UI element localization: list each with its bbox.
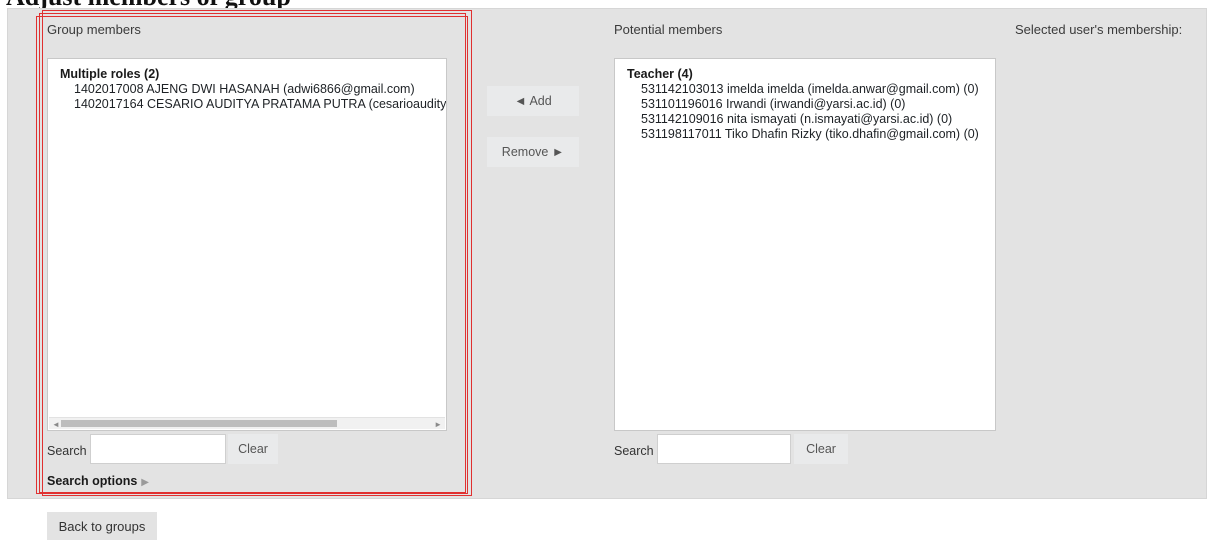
group-member-option[interactable]: 1402017008 AJENG DWI HASANAH (adwi6866@g… bbox=[60, 82, 434, 97]
group-members-title: Group members bbox=[47, 22, 141, 37]
group-members-listbox[interactable]: Multiple roles (2) 1402017008 AJENG DWI … bbox=[47, 58, 447, 431]
search-options-toggle[interactable]: Search options ▶ bbox=[47, 474, 149, 488]
group-members-search-input[interactable] bbox=[90, 434, 226, 464]
selected-user-membership-title: Selected user's membership: bbox=[1015, 22, 1183, 37]
potential-members-search-input[interactable] bbox=[657, 434, 791, 464]
potential-members-listbox[interactable]: Teacher (4) 531142103013 imelda imelda (… bbox=[614, 58, 996, 431]
clear-potential-search-button[interactable]: Clear bbox=[794, 434, 848, 464]
potential-member-option[interactable]: 531142103013 imelda imelda (imelda.anwar… bbox=[627, 82, 983, 97]
scroll-right-arrow-icon[interactable]: ► bbox=[434, 417, 442, 430]
search-label: Search bbox=[614, 444, 654, 458]
scroll-left-arrow-icon[interactable]: ◄ bbox=[52, 417, 60, 430]
search-options-label: Search options bbox=[47, 474, 138, 488]
optgroup-label: Teacher (4) bbox=[627, 67, 693, 81]
potential-member-option[interactable]: 531142109016 nita ismayati (n.ismayati@y… bbox=[627, 112, 983, 127]
potential-member-option[interactable]: 531101196016 Irwandi (irwandi@yarsi.ac.i… bbox=[627, 97, 983, 112]
potential-member-option[interactable]: 531198117011 Tiko Dhafin Rizky (tiko.dha… bbox=[627, 127, 983, 142]
horizontal-scrollbar[interactable]: ◄ ► bbox=[49, 417, 445, 429]
potential-members-title: Potential members bbox=[614, 22, 723, 37]
remove-button[interactable]: Remove ► bbox=[487, 137, 579, 167]
scrollbar-thumb[interactable] bbox=[61, 420, 337, 427]
optgroup-label: Multiple roles (2) bbox=[60, 67, 160, 81]
search-label: Search bbox=[47, 444, 87, 458]
add-button[interactable]: ◄ Add bbox=[487, 86, 579, 116]
clear-group-search-button[interactable]: Clear bbox=[228, 434, 278, 464]
back-to-groups-button[interactable]: Back to groups bbox=[47, 512, 157, 540]
triangle-right-icon: ▶ bbox=[141, 477, 149, 488]
group-member-option[interactable]: 1402017164 CESARIO AUDITYA PRATAMA PUTRA… bbox=[60, 97, 446, 112]
